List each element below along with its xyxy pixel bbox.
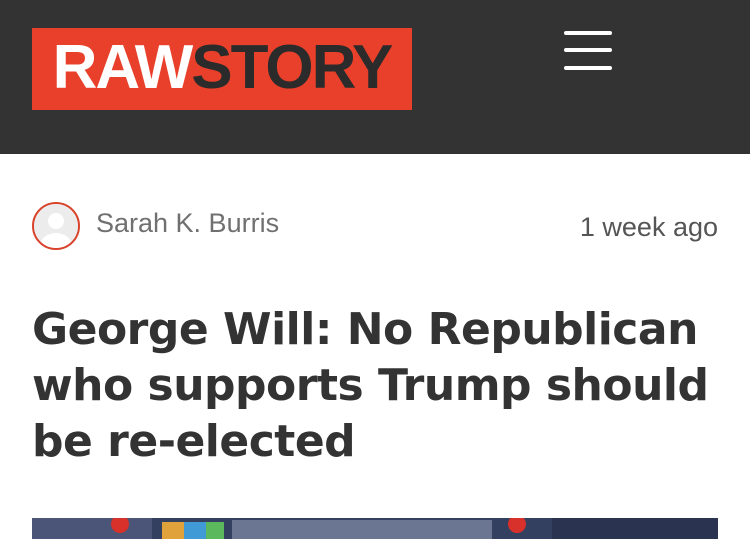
site-logo[interactable]: RAWSTORY: [32, 28, 412, 110]
logo-story-text: STORY: [191, 33, 393, 102]
featured-image[interactable]: [32, 518, 718, 539]
article-headline: George Will: No Republican who supports …: [32, 304, 709, 467]
site-header: RAWSTORY: [0, 0, 750, 154]
logo-raw-text: RAW: [52, 33, 194, 102]
logo-wordmark: RAWSTORY: [53, 37, 394, 99]
page: RAWSTORY Sarah K. Burris 1 week ago Geor…: [0, 0, 750, 539]
post-timestamp: 1 week ago: [579, 212, 718, 242]
hamburger-menu-icon[interactable]: [560, 28, 616, 76]
byline: Sarah K. Burris 1 week ago: [32, 202, 718, 254]
menu-bar: [564, 31, 612, 35]
menu-bar: [564, 48, 612, 52]
author-avatar-icon[interactable]: [32, 202, 80, 250]
author-name-link[interactable]: Sarah K. Burris: [96, 208, 279, 239]
menu-bar: [564, 66, 612, 70]
